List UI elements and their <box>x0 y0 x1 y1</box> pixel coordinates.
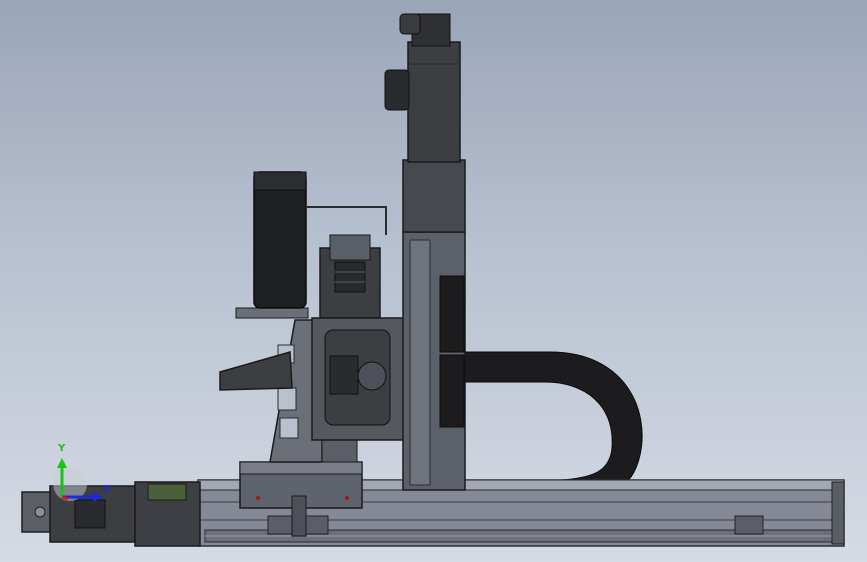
x-axis-arrow <box>61 495 69 501</box>
orientation-triad <box>53 458 103 502</box>
y-axis-label: Y <box>58 443 66 454</box>
cad-viewport[interactable]: Y Z <box>0 0 867 562</box>
z-axis-label: Z <box>103 484 111 495</box>
